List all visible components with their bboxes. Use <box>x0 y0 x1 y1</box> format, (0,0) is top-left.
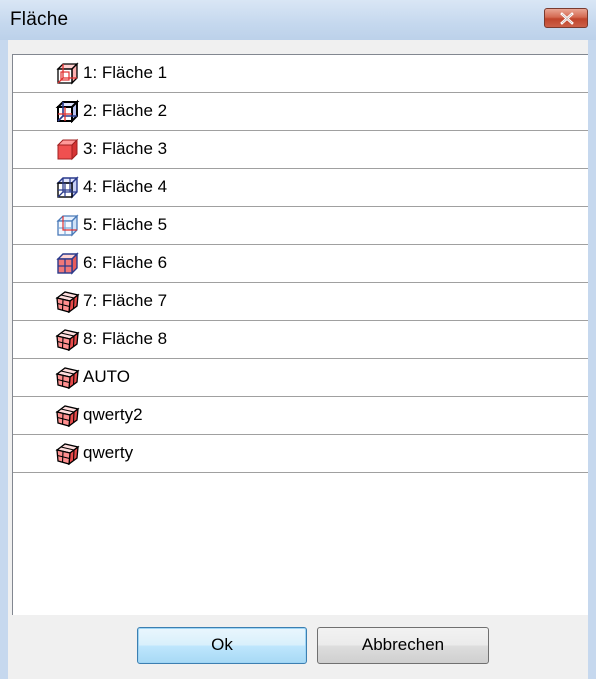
cube-wireframe-red-icon <box>55 61 81 85</box>
cube-wireframe-blue-icon <box>55 175 81 199</box>
cube-solid-red-icon <box>55 137 81 161</box>
list-item[interactable]: qwerty <box>13 435 588 473</box>
list-item[interactable]: 6: Fläche 6 <box>13 245 588 283</box>
list-item-label: 7: Fläche 7 <box>83 291 168 310</box>
list-item-label: 6: Fläche 6 <box>83 253 168 272</box>
list-item-label: qwerty <box>83 443 134 462</box>
list-item-label: 4: Fläche 4 <box>83 177 168 196</box>
list-item-label: 8: Fläche 8 <box>83 329 168 348</box>
cube-wireframe-bold-icon <box>55 99 81 124</box>
list-item-label: 2: Fläche 2 <box>83 101 168 120</box>
list-item-label: 5: Fläche 5 <box>83 215 168 234</box>
dialog-client-area: 1: Fläche 1 2: Fläche 2 3: Fläche 3 4: Fläc… <box>8 40 588 679</box>
dialog-window: Fläche 1: Fläche 1 2: Fläche 2 3: Fläche 3… <box>0 0 596 679</box>
close-button[interactable] <box>544 8 588 28</box>
list-item[interactable]: 2: Fläche 2 <box>13 93 588 131</box>
cube-wireframe-lightblue-icon <box>55 213 81 237</box>
window-frame-left <box>0 40 8 679</box>
close-icon <box>560 12 574 25</box>
cube-shaded-red-icon <box>55 327 81 352</box>
title-bar[interactable]: Fläche <box>0 0 596 40</box>
cube-shaded-red-icon <box>55 403 81 428</box>
list-item[interactable]: qwerty2 <box>13 397 588 435</box>
list-item-label: 1: Fläche 1 <box>83 63 168 82</box>
cube-wireframe-red-blue-icon <box>55 251 81 275</box>
cube-shaded-red-icon <box>55 289 81 314</box>
list-item[interactable]: 5: Fläche 5 <box>13 207 588 245</box>
surface-listbox[interactable]: 1: Fläche 1 2: Fläche 2 3: Fläche 3 4: Fläc… <box>12 54 588 615</box>
cancel-button[interactable]: Abbrechen <box>317 627 489 664</box>
window-title: Fläche <box>10 9 69 30</box>
list-item[interactable]: AUTO <box>13 359 588 397</box>
list-item[interactable]: 1: Fläche 1 <box>13 55 588 93</box>
window-frame-right <box>588 40 596 679</box>
list-item[interactable]: 8: Fläche 8 <box>13 321 588 359</box>
list-item[interactable]: 7: Fläche 7 <box>13 283 588 321</box>
list-item-label: 3: Fläche 3 <box>83 139 168 158</box>
list-item[interactable]: 4: Fläche 4 <box>13 169 588 207</box>
cube-shaded-red-icon <box>55 441 81 466</box>
cube-shaded-red-icon <box>55 365 81 390</box>
list-item[interactable]: 3: Fläche 3 <box>13 131 588 169</box>
ok-button[interactable]: Ok <box>137 627 307 664</box>
list-item-label: AUTO <box>83 367 130 386</box>
list-item-label: qwerty2 <box>83 405 143 424</box>
